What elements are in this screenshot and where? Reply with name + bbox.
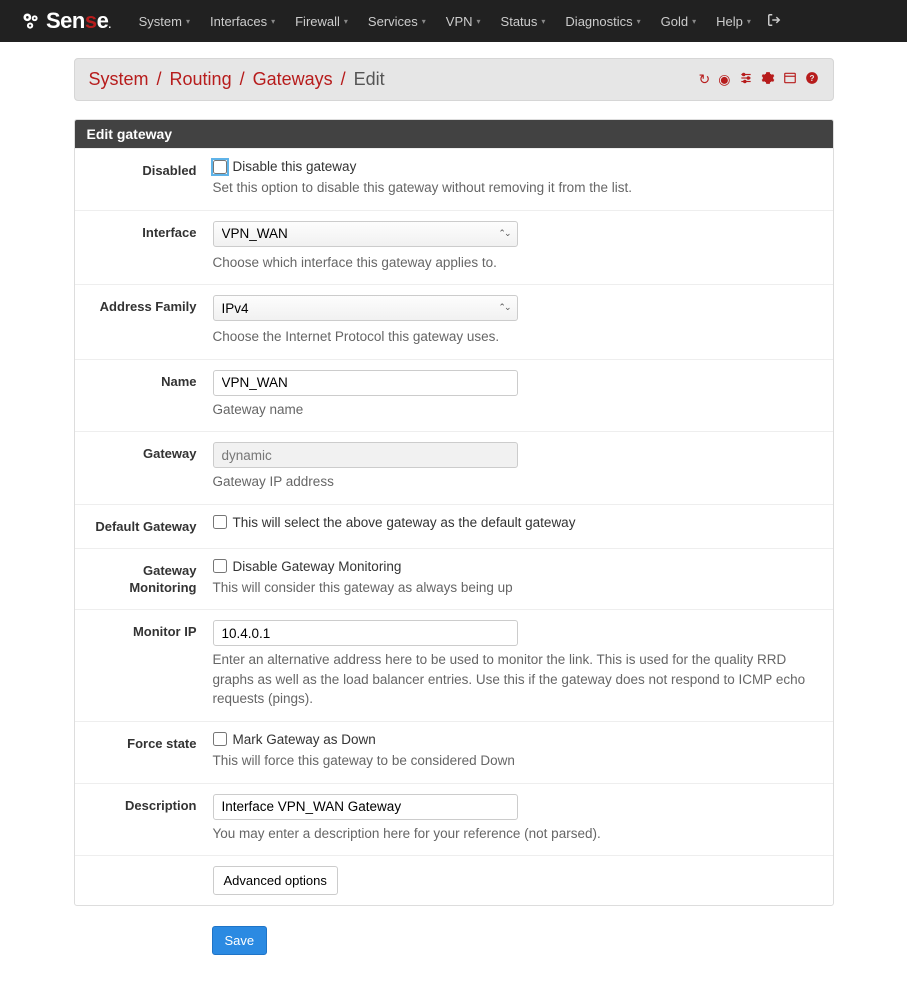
- nav-services[interactable]: Services▾: [360, 10, 434, 33]
- name-help: Gateway name: [213, 400, 825, 420]
- help-icon[interactable]: ?: [805, 71, 819, 88]
- top-navbar: Sense. System▾ Interfaces▾ Firewall▾ Ser…: [0, 0, 907, 42]
- chevron-down-icon: ▾: [344, 17, 348, 26]
- row-gateway-monitoring: Gateway Monitoring Disable Gateway Monit…: [75, 548, 833, 610]
- address-family-help: Choose the Internet Protocol this gatewa…: [213, 327, 825, 347]
- description-input[interactable]: [213, 794, 518, 820]
- address-family-select[interactable]: IPv4: [213, 295, 518, 321]
- breadcrumb-routing[interactable]: Routing: [170, 69, 232, 90]
- window-icon[interactable]: [783, 71, 797, 88]
- logo-text: Sense.: [46, 8, 111, 34]
- label-monitor-ip: Monitor IP: [83, 620, 213, 709]
- edit-gateway-panel: Edit gateway Disabled Disable this gatew…: [74, 119, 834, 906]
- default-gateway-checkbox-label: This will select the above gateway as th…: [233, 515, 576, 530]
- nav-help[interactable]: Help▾: [708, 10, 759, 33]
- gateway-monitoring-help: This will consider this gateway as alway…: [213, 578, 825, 598]
- label-default-gateway: Default Gateway: [83, 515, 213, 536]
- advanced-options-button[interactable]: Advanced options: [213, 866, 338, 895]
- chevron-down-icon: ▾: [422, 17, 426, 26]
- nav-vpn[interactable]: VPN▾: [438, 10, 489, 33]
- logout-icon[interactable]: [767, 13, 781, 30]
- chevron-down-icon: ▾: [477, 17, 481, 26]
- row-interface: Interface VPN_WAN Choose which interface…: [75, 210, 833, 285]
- circle-stop-icon[interactable]: ◉: [718, 71, 730, 88]
- disabled-checkbox-label: Disable this gateway: [233, 159, 357, 174]
- header-action-icons: ↻ ◉ ?: [699, 71, 819, 88]
- force-state-checkbox-label: Mark Gateway as Down: [233, 732, 376, 747]
- nav-diagnostics[interactable]: Diagnostics▾: [557, 10, 648, 33]
- description-help: You may enter a description here for you…: [213, 824, 825, 844]
- gateway-monitoring-checkbox[interactable]: [213, 559, 227, 573]
- label-disabled: Disabled: [83, 159, 213, 198]
- nav-interfaces[interactable]: Interfaces▾: [202, 10, 283, 33]
- row-default-gateway: Default Gateway This will select the abo…: [75, 504, 833, 548]
- gateway-monitoring-checkbox-label: Disable Gateway Monitoring: [233, 559, 402, 574]
- chevron-down-icon: ▾: [541, 17, 545, 26]
- force-state-checkbox[interactable]: [213, 732, 227, 746]
- row-address-family: Address Family IPv4 Choose the Internet …: [75, 284, 833, 359]
- actions-row: Save: [74, 918, 834, 955]
- gateway-input: [213, 442, 518, 468]
- row-monitor-ip: Monitor IP Enter an alternative address …: [75, 609, 833, 721]
- nav-status[interactable]: Status▾: [493, 10, 554, 33]
- label-gateway-monitoring: Gateway Monitoring: [83, 559, 213, 598]
- row-description: Description You may enter a description …: [75, 783, 833, 856]
- breadcrumb-current: Edit: [354, 69, 385, 90]
- nav-gold[interactable]: Gold▾: [653, 10, 704, 33]
- label-gateway: Gateway: [83, 442, 213, 492]
- row-name: Name Gateway name: [75, 359, 833, 432]
- nav-system[interactable]: System▾: [131, 10, 198, 33]
- interface-help: Choose which interface this gateway appl…: [213, 253, 825, 273]
- default-gateway-checkbox[interactable]: [213, 515, 227, 529]
- monitor-ip-input[interactable]: [213, 620, 518, 646]
- force-state-help: This will force this gateway to be consi…: [213, 751, 825, 771]
- nav-firewall[interactable]: Firewall▾: [287, 10, 356, 33]
- chevron-down-icon: ▾: [271, 17, 275, 26]
- breadcrumb-separator: /: [240, 69, 245, 90]
- logo[interactable]: Sense.: [20, 0, 111, 42]
- breadcrumb-gateways[interactable]: Gateways: [253, 69, 333, 90]
- chevron-down-icon: ▾: [637, 17, 641, 26]
- disabled-help: Set this option to disable this gateway …: [213, 178, 825, 198]
- panel-title: Edit gateway: [75, 120, 833, 148]
- refresh-icon[interactable]: ↻: [699, 71, 711, 88]
- label-force-state: Force state: [83, 732, 213, 771]
- breadcrumb-separator: /: [157, 69, 162, 90]
- label-description: Description: [83, 794, 213, 844]
- gear-icon[interactable]: [761, 71, 775, 88]
- page-header: System / Routing / Gateways / Edit ↻ ◉ ?: [74, 58, 834, 101]
- chevron-down-icon: ▾: [692, 17, 696, 26]
- breadcrumb-system[interactable]: System: [89, 69, 149, 90]
- svg-text:?: ?: [809, 74, 814, 83]
- logo-icon: [20, 10, 42, 32]
- breadcrumb: System / Routing / Gateways / Edit: [89, 69, 385, 90]
- name-input[interactable]: [213, 370, 518, 396]
- interface-select[interactable]: VPN_WAN: [213, 221, 518, 247]
- row-disabled: Disabled Disable this gateway Set this o…: [75, 148, 833, 210]
- row-gateway: Gateway Gateway IP address: [75, 431, 833, 504]
- chevron-down-icon: ▾: [747, 17, 751, 26]
- save-button[interactable]: Save: [212, 926, 268, 955]
- row-advanced: Advanced options: [75, 855, 833, 905]
- row-force-state: Force state Mark Gateway as Down This wi…: [75, 721, 833, 783]
- nav-items: System▾ Interfaces▾ Firewall▾ Services▾ …: [131, 10, 781, 33]
- label-interface: Interface: [83, 221, 213, 273]
- sliders-icon[interactable]: [739, 71, 753, 88]
- gateway-help: Gateway IP address: [213, 472, 825, 492]
- label-address-family: Address Family: [83, 295, 213, 347]
- breadcrumb-separator: /: [341, 69, 346, 90]
- disabled-checkbox[interactable]: [213, 160, 227, 174]
- chevron-down-icon: ▾: [186, 17, 190, 26]
- monitor-ip-help: Enter an alternative address here to be …: [213, 650, 825, 709]
- label-name: Name: [83, 370, 213, 420]
